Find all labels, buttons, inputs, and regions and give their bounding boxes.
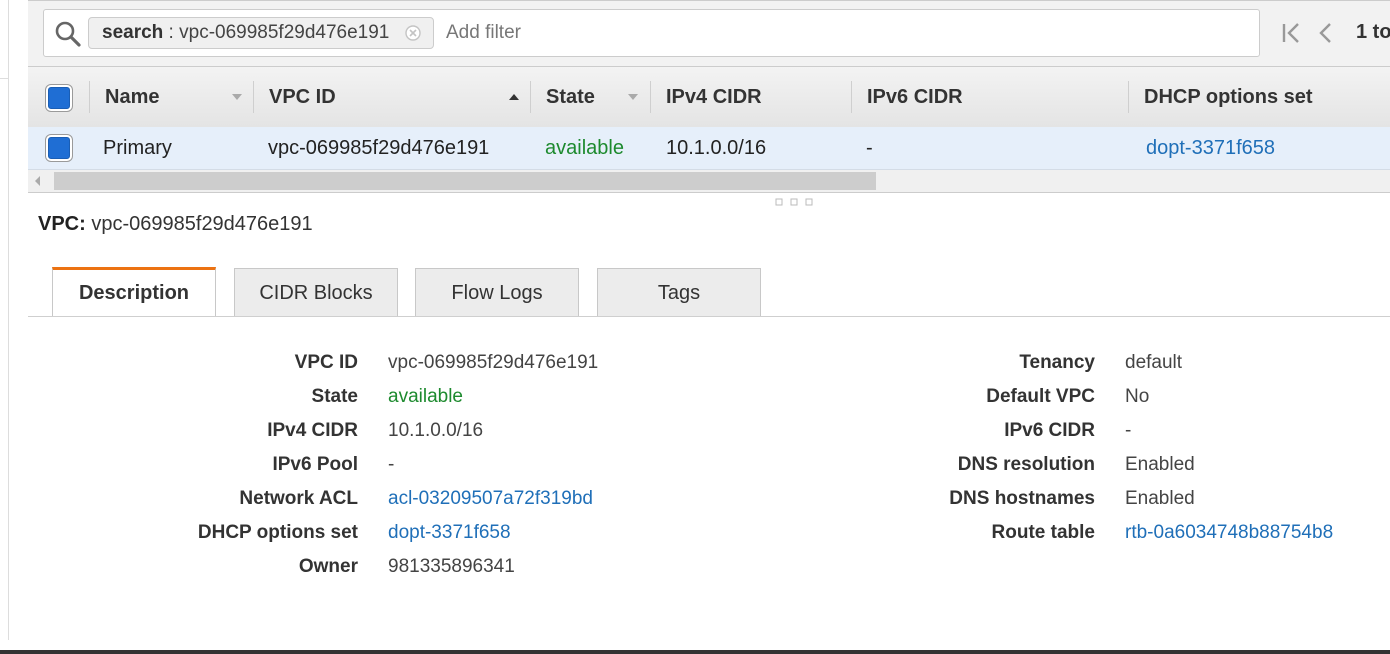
label-ipv6-pool: IPv6 Pool xyxy=(272,454,358,475)
cell-ipv6-cidr: - xyxy=(866,137,873,159)
label-ipv6-cidr: IPv6 CIDR xyxy=(1004,420,1095,441)
cell-name: Primary xyxy=(103,137,172,159)
cell-state: available xyxy=(545,137,624,159)
route-table-link[interactable]: rtb-0a6034748b88754b8 xyxy=(1125,516,1333,550)
cell-ipv4-cidr: 10.1.0.0/16 xyxy=(666,137,767,159)
cell-dhcp-options-link[interactable]: dopt-3371f658 xyxy=(1146,127,1275,169)
value-ipv4-cidr: 10.1.0.0/16 xyxy=(388,420,484,441)
value-default-vpc: No xyxy=(1125,386,1150,407)
sort-ascending-icon[interactable] xyxy=(508,92,520,102)
column-header-vpc-id[interactable]: VPC ID xyxy=(269,67,336,127)
label-dns-hostnames: DNS hostnames xyxy=(949,488,1095,509)
dhcp-options-link[interactable]: dopt-3371f658 xyxy=(388,516,511,550)
tabs-divider xyxy=(28,316,1390,317)
label-tenancy: Tenancy xyxy=(1019,352,1095,373)
network-acl-link[interactable]: acl-03209507a72f319bd xyxy=(388,482,593,516)
horizontal-scrollbar[interactable] xyxy=(28,170,1390,193)
detail-title-value: vpc-069985f29d476e191 xyxy=(91,213,313,235)
row-checkbox[interactable] xyxy=(48,137,70,159)
value-state: available xyxy=(388,386,463,407)
detail-title: VPC: vpc-069985f29d476e191 xyxy=(38,210,313,238)
tab-cidr-blocks[interactable]: CIDR Blocks xyxy=(234,268,398,316)
filter-token-key: search xyxy=(102,22,164,43)
label-state: State xyxy=(311,386,358,407)
filter-token[interactable]: search : vpc-069985f29d476e191 xyxy=(88,17,435,49)
column-header-name[interactable]: Name xyxy=(105,67,159,127)
filter-token-value: vpc-069985f29d476e191 xyxy=(179,22,390,43)
filter-token-separator: : xyxy=(163,22,180,43)
add-filter-input[interactable] xyxy=(446,18,746,48)
left-frame xyxy=(0,0,9,640)
chevron-down-icon[interactable] xyxy=(627,92,639,102)
select-all-checkbox[interactable] xyxy=(48,87,70,109)
search-box[interactable]: search : vpc-069985f29d476e191 xyxy=(43,9,1260,57)
table-row[interactable]: Primary vpc-069985f29d476e191 available … xyxy=(28,127,1390,170)
label-owner: Owner xyxy=(298,556,358,577)
tab-flow-logs[interactable]: Flow Logs xyxy=(415,268,579,316)
label-dns-resolution: DNS resolution xyxy=(957,454,1095,475)
first-page-icon[interactable] xyxy=(1280,19,1302,47)
scrollbar-thumb[interactable] xyxy=(54,172,876,190)
column-header-state[interactable]: State xyxy=(546,67,595,127)
detail-title-label: VPC: xyxy=(38,213,86,235)
previous-page-icon[interactable] xyxy=(1316,19,1334,47)
resize-handle-icon[interactable] xyxy=(774,198,814,206)
tab-description[interactable]: Description xyxy=(52,267,216,317)
value-tenancy: default xyxy=(1125,352,1183,373)
label-network-acl: Network ACL xyxy=(239,488,358,509)
value-dns-resolution: Enabled xyxy=(1125,454,1195,475)
bottom-border xyxy=(0,650,1390,654)
cell-vpc-id: vpc-069985f29d476e191 xyxy=(268,137,490,159)
tab-tags[interactable]: Tags xyxy=(597,268,761,316)
value-vpc-id: vpc-069985f29d476e191 xyxy=(388,352,599,373)
value-owner: 981335896341 xyxy=(388,556,515,577)
pagination-text: 1 to xyxy=(1356,21,1390,43)
filter-bar: search : vpc-069985f29d476e191 1 to xyxy=(28,0,1390,67)
value-ipv6-cidr: - xyxy=(1125,420,1132,441)
search-icon xyxy=(55,21,81,47)
column-header-dhcp-options-set[interactable]: DHCP options set xyxy=(1144,67,1313,127)
label-route-table: Route table xyxy=(991,522,1095,543)
column-header-ipv6-cidr[interactable]: IPv6 CIDR xyxy=(867,67,963,127)
label-default-vpc: Default VPC xyxy=(986,386,1095,407)
column-header-ipv4-cidr[interactable]: IPv4 CIDR xyxy=(666,67,762,127)
table-header: Name VPC ID State IPv4 CIDR IPv6 CIDR DH… xyxy=(28,66,1390,128)
chevron-down-icon[interactable] xyxy=(231,92,243,102)
value-dns-hostnames: Enabled xyxy=(1125,488,1195,509)
label-dhcp-options-set: DHCP options set xyxy=(197,522,358,543)
scroll-left-icon[interactable] xyxy=(34,175,42,187)
value-ipv6-pool: - xyxy=(388,454,395,475)
label-vpc-id: VPC ID xyxy=(294,352,358,373)
label-ipv4-cidr: IPv4 CIDR xyxy=(267,420,358,441)
close-icon[interactable] xyxy=(405,25,422,41)
